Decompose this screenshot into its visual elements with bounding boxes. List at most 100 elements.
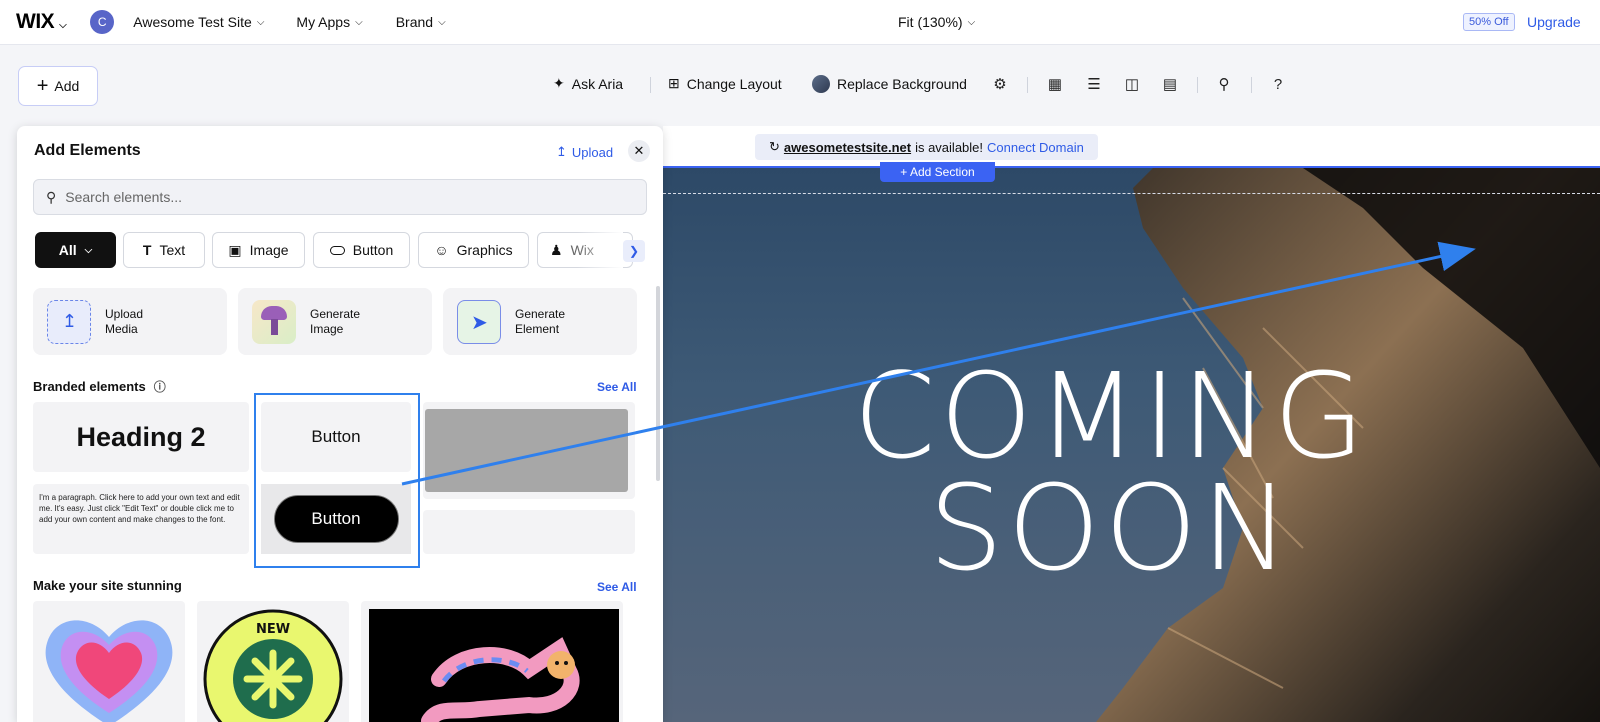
branded-elements-heading: Branded elements ⓘ [33, 378, 166, 395]
filter-text[interactable]: T Text [123, 232, 205, 268]
add-button[interactable]: + Add [18, 66, 98, 106]
upload-media-icon: ↥ [47, 299, 91, 344]
layout-grid-icon: ⊞ [668, 75, 680, 91]
cat-graphic-card[interactable] [361, 601, 623, 722]
search-field[interactable]: ⚲ [33, 179, 647, 215]
panel-scrollbar[interactable] [656, 286, 660, 481]
filter-image-label: Image [249, 242, 289, 258]
new-badge-icon: NEW [203, 609, 343, 722]
heart-graphic-card[interactable] [33, 601, 185, 722]
filter-graphics[interactable]: ☺ Graphics [418, 232, 529, 268]
filter-all-label: All [58, 242, 77, 258]
filter-all[interactable]: All ⌵ [35, 232, 116, 268]
layout-bottom-icon[interactable]: ▤ [1160, 74, 1180, 94]
connect-domain-link[interactable]: Connect Domain [987, 140, 1084, 155]
cursor-element-icon: ➤ [457, 299, 501, 344]
upload-link[interactable]: ↥ Upload [556, 144, 613, 160]
discount-badge: 50% Off [1463, 13, 1515, 31]
sparkle-icon: ✦ [553, 75, 565, 91]
search-input[interactable] [65, 189, 606, 205]
zoom-dropdown[interactable]: Fit (130%) ⌵ [898, 14, 975, 30]
help-icon[interactable]: ? [1268, 74, 1288, 94]
hero-title-line1: COMING [853, 347, 1369, 485]
background-swatch-icon [812, 75, 830, 93]
domain-banner: ↻ awesometestsite.net is available! Conn… [755, 134, 1098, 160]
replace-background-label: Replace Background [837, 76, 967, 92]
mushroom-image-icon [252, 299, 296, 344]
stunning-see-all-link[interactable]: See All [597, 580, 637, 594]
image-icon: ▣ [228, 241, 242, 258]
heading2-element[interactable]: Heading 2 [33, 402, 249, 472]
chevron-down-icon: ⌵ [84, 244, 93, 256]
ask-aria-label: Ask Aria [571, 75, 624, 92]
my-apps-menu[interactable]: My Apps ⌵ [296, 14, 362, 30]
toolbar-divider [1027, 77, 1028, 93]
toolbar-divider [1251, 77, 1252, 93]
empty-tile[interactable] [423, 510, 635, 554]
panel-title: Add Elements [34, 142, 141, 159]
toolbar-divider [1197, 77, 1198, 93]
chevron-down-icon: ⌵ [967, 16, 976, 28]
checker-grid-icon[interactable]: ▦ [1045, 74, 1065, 94]
user-icon: ♟ [550, 241, 563, 258]
add-label: Add [54, 78, 80, 94]
add-elements-panel: Add Elements ↥ Upload ✕ ⚲ All ⌵ T Text ▣… [17, 126, 663, 722]
wix-logo[interactable]: WIX ⌵ [16, 10, 67, 34]
gear-icon[interactable]: ⚙ [990, 74, 1010, 94]
top-bar: WIX ⌵ C Awesome Test Site ⌵ My Apps ⌵ Brand… [0, 0, 1600, 45]
search-icon: ⚲ [46, 188, 57, 205]
logo-text: WIX [16, 10, 55, 33]
site-name: Awesome Test Site [133, 14, 252, 30]
chevron-down-icon: ⌵ [59, 20, 67, 31]
filter-button[interactable]: Button [313, 232, 410, 268]
link-icon: ↻ [769, 139, 780, 154]
chevron-down-icon: ⌵ [355, 16, 363, 28]
upgrade-link[interactable]: Upgrade [1527, 14, 1581, 30]
stunning-heading: Make your site stunning [33, 578, 182, 593]
brand-menu[interactable]: Brand ⌵ [396, 14, 446, 30]
upload-label: Upload [571, 144, 614, 160]
filter-fade [577, 232, 623, 268]
heart-icon [45, 620, 173, 722]
cat-icon [421, 637, 580, 722]
filter-graphics-label: Graphics [456, 242, 513, 258]
upload-media-card[interactable]: ↥ Upload Media [33, 288, 227, 355]
badge-text: NEW [256, 622, 290, 637]
list-icon[interactable]: ☰ [1084, 74, 1104, 94]
columns-icon[interactable]: ◫ [1122, 74, 1142, 94]
brand-label: Brand [395, 14, 434, 30]
branded-see-all-link[interactable]: See All [597, 380, 637, 394]
chevron-down-icon: ⌵ [256, 16, 265, 28]
close-icon[interactable]: ✕ [628, 140, 650, 162]
change-layout-label: Change Layout [686, 75, 782, 92]
paragraph-element[interactable]: I'm a paragraph. Click here to add your … [33, 484, 249, 554]
plus-icon: + [36, 75, 49, 97]
filter-image[interactable]: ▣ Image [212, 232, 305, 268]
change-layout-button[interactable]: ⊞ Change Layout [668, 75, 782, 92]
info-icon[interactable]: ⓘ [154, 378, 166, 395]
chevron-right-icon[interactable]: ❯ [623, 240, 645, 262]
section-guide-line [663, 193, 1600, 194]
toolbar-divider [650, 77, 651, 93]
hero-title[interactable]: COMING SOON [621, 347, 1600, 587]
domain-name: awesometestsite.net [783, 139, 912, 155]
gray-box-element[interactable] [425, 409, 628, 492]
generate-image-card[interactable]: Generate Image [238, 288, 432, 355]
filter-button-label: Button [352, 242, 394, 258]
button-shape-icon [329, 245, 345, 255]
search-zoom-icon[interactable]: ⚲ [1214, 74, 1234, 94]
ask-aria-button[interactable]: ✦ Ask Aria [553, 75, 623, 92]
editor-toolbar: + Add ✦ Ask Aria ⊞ Change Layout Replace… [0, 46, 1600, 126]
new-badge-card[interactable]: NEW [197, 601, 349, 722]
branded-elements-title: Branded elements [33, 379, 146, 394]
generate-element-card[interactable]: ➤ Generate Element [443, 288, 637, 355]
filter-text-label: Text [159, 242, 186, 258]
generate-element-label: Generate Element [515, 306, 566, 336]
my-apps-label: My Apps [296, 14, 351, 30]
avatar[interactable]: C [90, 10, 115, 34]
upload-media-label: Upload Media [105, 306, 144, 336]
cat-illustration [369, 609, 619, 722]
site-menu[interactable]: Awesome Test Site ⌵ [133, 14, 264, 30]
add-section-button[interactable]: + Add Section [880, 162, 995, 182]
replace-background-button[interactable]: Replace Background [812, 75, 967, 93]
